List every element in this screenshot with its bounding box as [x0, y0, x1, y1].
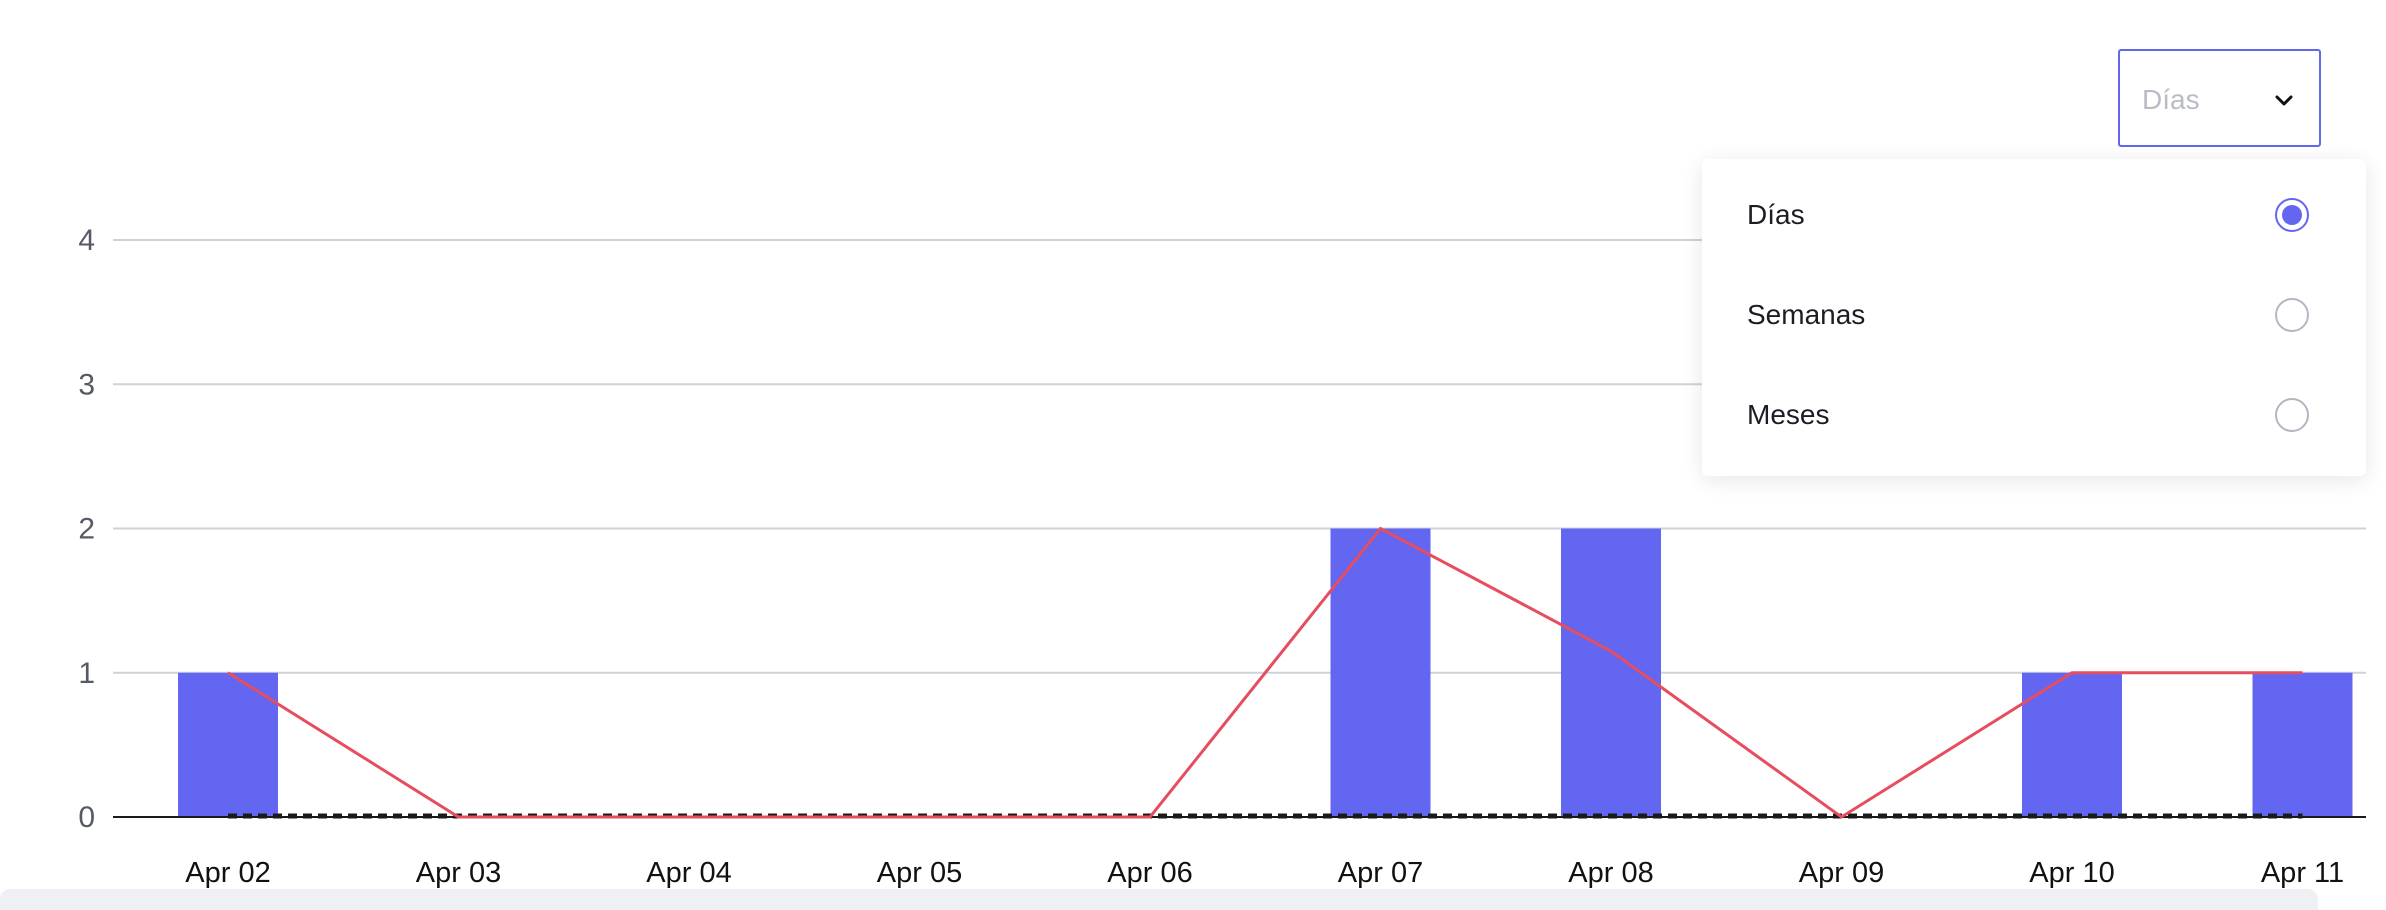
y-axis-ticks: 0 1 2 3 4: [78, 224, 95, 834]
y-tick-label: 4: [78, 224, 95, 257]
x-tick-label: Apr 04: [646, 857, 731, 889]
x-tick-label: Apr 07: [1338, 857, 1423, 889]
x-tick-label: Apr 09: [1799, 857, 1884, 889]
baseline: [113, 813, 2366, 819]
y-tick-label: 0: [78, 801, 95, 834]
radio-empty-icon[interactable]: [2275, 398, 2309, 432]
y-tick-label: 1: [78, 657, 95, 690]
y-tick-label: 3: [78, 368, 95, 401]
option-label: Días: [1747, 199, 1805, 230]
x-tick-label: Apr 06: [1107, 857, 1192, 889]
x-tick-label: Apr 11: [2261, 857, 2344, 889]
x-tick-label: Apr 02: [185, 857, 270, 889]
option-label: Semanas: [1747, 299, 1866, 330]
period-select-value: Días: [2142, 84, 2200, 115]
chevron-down-icon: [2275, 95, 2293, 106]
option-semanas[interactable]: Semanas: [1702, 265, 2366, 365]
option-label: Meses: [1747, 399, 1830, 430]
radio-empty-icon[interactable]: [2275, 298, 2309, 332]
horizontal-scrollbar[interactable]: [0, 889, 2318, 910]
x-tick-label: Apr 05: [877, 857, 962, 889]
bar: [2252, 672, 2353, 817]
period-select[interactable]: Días: [2118, 49, 2321, 147]
radio-selected-icon[interactable]: [2275, 198, 2309, 232]
option-meses[interactable]: Meses: [1702, 365, 2366, 465]
bar: [1561, 528, 1661, 817]
x-tick-label: Apr 08: [1568, 857, 1653, 889]
x-tick-label: Apr 03: [416, 857, 501, 889]
period-dropdown-menu: Días Semanas Meses: [1702, 159, 2366, 476]
option-dias[interactable]: Días: [1702, 165, 2366, 265]
x-tick-label: Apr 10: [2029, 857, 2114, 889]
y-tick-label: 2: [78, 513, 95, 546]
x-axis-ticks: Apr 02 Apr 03 Apr 04 Apr 05 Apr 06 Apr 07 Apr …: [185, 857, 2344, 889]
